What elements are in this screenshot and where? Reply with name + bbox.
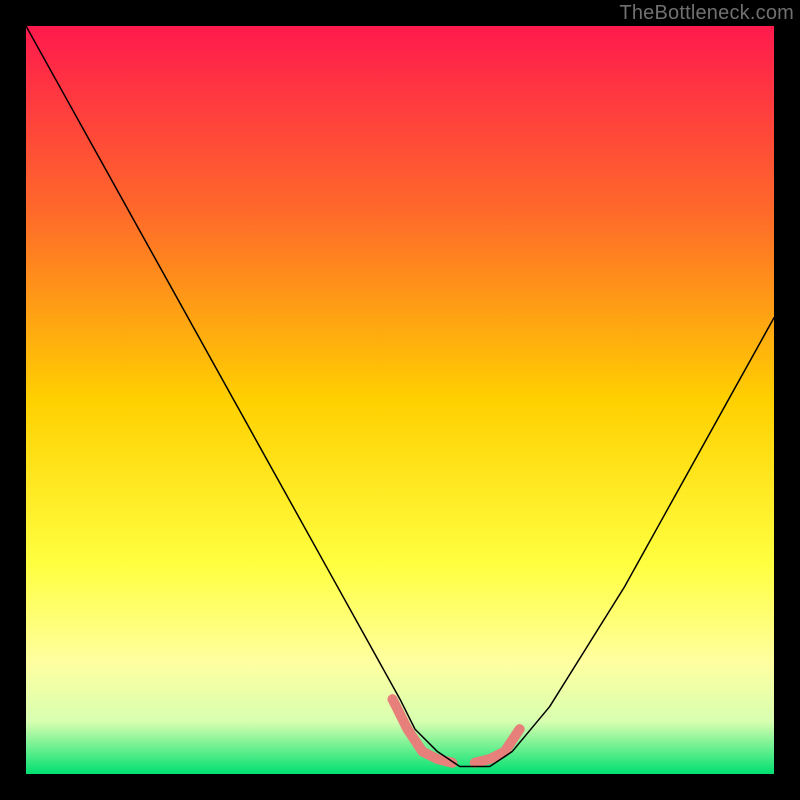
chart-frame <box>26 26 774 774</box>
chart-canvas <box>26 26 774 774</box>
gradient-background <box>26 26 774 774</box>
watermark-text: TheBottleneck.com <box>619 2 794 25</box>
